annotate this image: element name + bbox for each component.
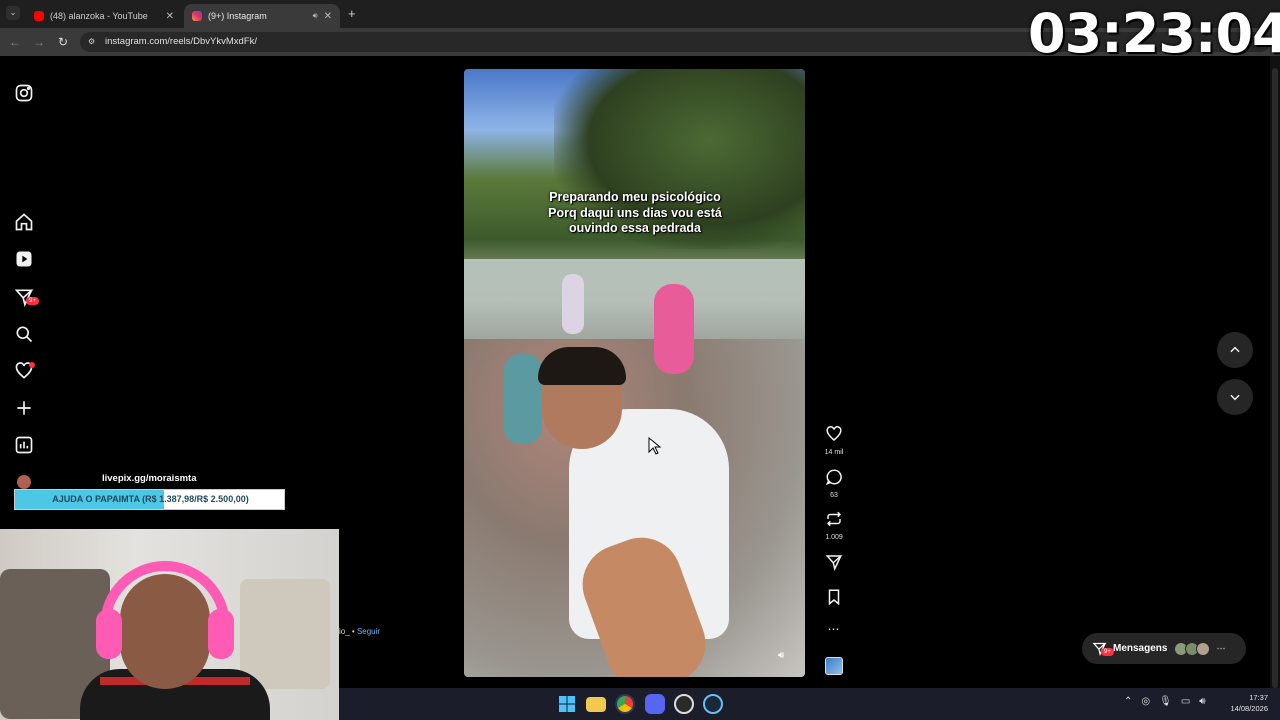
home-icon[interactable] xyxy=(14,212,34,232)
reels-icon[interactable] xyxy=(14,249,34,269)
file-explorer-icon[interactable] xyxy=(586,697,606,712)
comment-button[interactable]: 63 xyxy=(822,468,846,499)
new-tab-button[interactable]: + xyxy=(348,6,356,21)
donation-progress-bar: AJUDA O PAPAIMTA (R$ 1.387,98/R$ 2.500,0… xyxy=(14,489,285,510)
url-text[interactable]: instagram.com/reels/DbvYkvMxdFk/ xyxy=(105,36,257,47)
messages-badge: 9+ xyxy=(1101,648,1114,656)
bookmark-icon xyxy=(828,589,840,606)
separator-dot: • xyxy=(349,627,357,636)
livepix-label: livepix.gg/moraismta xyxy=(102,473,197,484)
activity-dot xyxy=(29,362,35,368)
discord-icon[interactable] xyxy=(645,694,665,714)
chevron-up-icon xyxy=(1230,346,1240,353)
reel-caption: Preparando meu psicológico Porq daqui un… xyxy=(548,190,722,235)
taskbar-time: 17:37 xyxy=(1249,693,1268,702)
site-info-icon[interactable]: ⚙ xyxy=(88,37,95,46)
comment-count: 63 xyxy=(830,492,838,499)
page-scrollbar[interactable] xyxy=(1270,56,1280,688)
reload-icon[interactable]: ↻ xyxy=(56,35,70,49)
back-arrow-icon[interactable]: ← xyxy=(8,35,22,49)
more-options-icon[interactable]: ⋯ xyxy=(822,622,846,636)
monitor-icon[interactable]: ▭ xyxy=(1181,696,1190,707)
network-icon[interactable]: ◎ xyxy=(1141,696,1150,707)
speaker-icon[interactable]: 🔊︎ xyxy=(313,11,318,21)
repost-icon xyxy=(826,511,842,527)
reel-video[interactable] xyxy=(464,69,805,677)
chrome-icon[interactable] xyxy=(615,694,635,714)
avatar xyxy=(1196,641,1211,656)
instagram-logo-icon[interactable] xyxy=(14,83,34,103)
repost-button[interactable]: 1.009 xyxy=(822,510,846,541)
heart-icon xyxy=(826,426,842,441)
comment-icon xyxy=(825,469,842,486)
volume-icon[interactable]: 🔊︎ xyxy=(1199,696,1205,707)
share-button[interactable] xyxy=(822,553,846,576)
chevron-down-icon xyxy=(1230,394,1240,401)
tab-youtube-title: (48) alanzoka - YouTube xyxy=(50,11,148,21)
close-tab-icon[interactable]: ✕ xyxy=(324,11,332,22)
windows-start-icon[interactable] xyxy=(557,694,577,714)
tab-instagram-title: (9+) Instagram xyxy=(208,11,267,21)
tab-instagram[interactable]: (9+) Instagram 🔊︎ ✕ xyxy=(184,4,340,28)
youtube-icon xyxy=(34,11,44,21)
author-follow-line: io_ • Seguir xyxy=(339,627,380,636)
instagram-icon xyxy=(192,11,202,21)
next-reel-button[interactable] xyxy=(1217,379,1253,415)
donation-text: AJUDA O PAPAIMTA (R$ 1.387,98/R$ 2.500,0… xyxy=(52,494,249,504)
tab-youtube[interactable]: (48) alanzoka - YouTube ✕ xyxy=(26,4,182,28)
taskbar-date: 14/08/2026 xyxy=(1230,704,1268,713)
repost-count: 1.009 xyxy=(825,534,843,541)
tab-list-chevron-icon[interactable]: ⌄ xyxy=(6,6,20,20)
webcam-feed xyxy=(0,529,339,720)
dashboard-icon[interactable] xyxy=(14,435,34,455)
more-icon: ⋯ xyxy=(1216,643,1226,653)
volume-icon[interactable]: 🔊︎ xyxy=(778,650,792,664)
search-icon[interactable] xyxy=(14,324,34,344)
obs-icon[interactable] xyxy=(674,694,694,714)
author-name-fragment[interactable]: io_ xyxy=(339,627,350,636)
close-tab-icon[interactable]: ✕ xyxy=(166,11,174,22)
system-tray: ⌃ ◎ 🎙︎ ▭ 🔊︎ xyxy=(1124,696,1206,707)
save-button[interactable] xyxy=(822,588,846,611)
audio-thumbnail[interactable] xyxy=(825,657,843,675)
create-plus-icon[interactable] xyxy=(14,398,34,418)
mouse-cursor-icon xyxy=(648,436,662,455)
like-count: 14 mil xyxy=(824,449,844,456)
taskbar-clock[interactable]: 17:37 14/08/2026 xyxy=(1222,692,1268,714)
send-icon xyxy=(825,555,843,571)
forward-arrow-icon[interactable]: → xyxy=(32,35,46,49)
notifications-badge: 9+ xyxy=(26,297,39,305)
microphone-icon[interactable]: 🎙︎ xyxy=(1159,696,1172,707)
previous-reel-button[interactable] xyxy=(1217,332,1253,368)
like-button[interactable]: 14 mil xyxy=(822,425,846,456)
chevron-up-icon[interactable]: ⌃ xyxy=(1124,696,1132,707)
message-avatars xyxy=(1174,641,1211,656)
messages-label: Mensagens xyxy=(1113,643,1168,654)
steam-icon[interactable] xyxy=(703,694,723,714)
follow-button[interactable]: Seguir xyxy=(357,627,380,636)
avatar xyxy=(17,475,31,489)
